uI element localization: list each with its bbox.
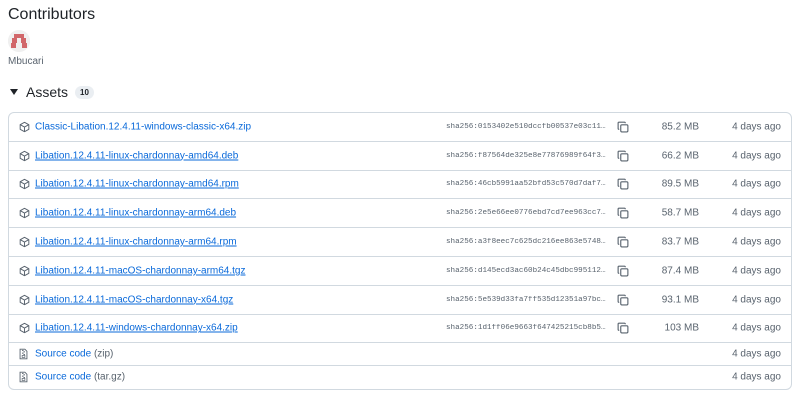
package-icon — [19, 121, 30, 133]
source-code-format: (tar.gz) — [93, 371, 126, 383]
asset-date: 4 days ago — [732, 121, 781, 133]
copy-icon[interactable] — [617, 322, 629, 334]
package-icon — [19, 208, 30, 219]
asset-row: Libation.12.4.11-windows-chardonnay-x64.… — [9, 315, 791, 344]
asset-size: 66.2 MB — [661, 150, 699, 162]
source-code-link[interactable]: Source code (tar.gz) — [35, 371, 125, 382]
asset-sha256: sha256:2e5e66ee0776ebd7cd7ee963cc71d — [446, 209, 608, 218]
assets-toggle[interactable]: Assets 10 — [8, 83, 94, 101]
contributor-name[interactable]: Mbucari — [8, 56, 44, 67]
asset-date: 4 days ago — [732, 236, 781, 248]
asset-sha256: sha256:0153402e510dccfb00537e03c11a5 — [446, 122, 608, 131]
asset-download-link[interactable]: Libation.12.4.11-macOS-chardonnay-arm64.… — [35, 265, 245, 276]
copy-icon[interactable] — [617, 236, 629, 248]
copy-icon[interactable] — [617, 150, 629, 162]
package-icon — [19, 150, 30, 161]
asset-size: 85.2 MB — [661, 121, 699, 133]
asset-sha256: sha256:d145ecd3ac60b24c45dbc99511201 — [446, 266, 608, 275]
avatar[interactable] — [8, 30, 30, 52]
copy-icon[interactable] — [617, 207, 629, 219]
asset-row: Libation.12.4.11-linux-chardonnay-arm64.… — [9, 199, 791, 229]
asset-date: 4 days ago — [732, 371, 781, 383]
avatar-identicon — [8, 30, 30, 52]
asset-date: 4 days ago — [732, 265, 781, 277]
assets-count-badge: 10 — [75, 85, 94, 99]
package-icon — [19, 323, 30, 334]
asset-download-link[interactable]: Libation.12.4.11-linux-chardonnay-amd64.… — [35, 150, 238, 161]
asset-sha256: sha256:f87564de325e8e77876989f64f387 — [446, 151, 608, 160]
asset-download-link[interactable]: Libation.12.4.11-linux-chardonnay-amd64.… — [35, 179, 239, 190]
assets-list: Classic-Libation.12.4.11-windows-classic… — [8, 112, 792, 390]
asset-row: Libation.12.4.11-macOS-chardonnay-arm64.… — [9, 257, 791, 286]
asset-sha256: sha256:46cb5991aa52bfd53c570d7daf719 — [446, 180, 608, 189]
asset-date: 4 days ago — [732, 322, 781, 334]
copy-icon[interactable] — [617, 178, 629, 190]
asset-size: 93.1 MB — [661, 294, 699, 306]
source-code-label: Source code — [35, 371, 92, 383]
asset-sha256: sha256:a3f8eec7c625dc216ee863e574809 — [446, 238, 608, 247]
package-icon — [19, 265, 30, 277]
source-code-row: Source code (tar.gz) 4 days ago — [9, 366, 791, 388]
source-code-format: (zip) — [93, 348, 114, 360]
asset-date: 4 days ago — [732, 348, 781, 360]
asset-date: 4 days ago — [732, 150, 781, 162]
asset-download-link[interactable]: Libation.12.4.11-macOS-chardonnay-x64.tg… — [35, 294, 233, 305]
assets-heading: Assets — [26, 84, 69, 100]
copy-icon[interactable] — [617, 121, 629, 133]
asset-download-link[interactable]: Libation.12.4.11-linux-chardonnay-arm64.… — [35, 237, 237, 248]
asset-download-link[interactable]: Libation.12.4.11-linux-chardonnay-arm64.… — [35, 208, 236, 219]
asset-download-link[interactable]: Classic-Libation.12.4.11-windows-classic… — [35, 121, 251, 132]
package-icon — [19, 236, 30, 248]
package-icon — [19, 179, 30, 190]
asset-sha256: sha256:1d1ff06e9663f647425215cb8b550 — [446, 324, 608, 333]
package-icon — [19, 294, 30, 305]
asset-size: 89.5 MB — [661, 178, 699, 190]
asset-row: Libation.12.4.11-linux-chardonnay-amd64.… — [9, 171, 791, 200]
asset-row: Libation.12.4.11-linux-chardonnay-amd64.… — [9, 142, 791, 171]
asset-row: Libation.12.4.11-linux-chardonnay-arm64.… — [9, 228, 791, 257]
contributors-title: Contributors — [8, 6, 96, 23]
asset-date: 4 days ago — [732, 294, 781, 306]
source-code-link[interactable]: Source code (zip) — [35, 349, 113, 360]
asset-row: Libation.12.4.11-macOS-chardonnay-x64.tg… — [9, 286, 791, 315]
file-zip-icon — [19, 371, 28, 383]
asset-size: 103 MB — [664, 322, 699, 334]
asset-date: 4 days ago — [732, 207, 781, 219]
copy-icon[interactable] — [617, 265, 629, 277]
asset-sha256: sha256:5e539d33fa7ff535d12351a97bc86 — [446, 295, 608, 304]
triangle-down-icon — [10, 89, 18, 95]
asset-size: 87.4 MB — [661, 265, 699, 277]
asset-size: 83.7 MB — [661, 236, 699, 248]
asset-date: 4 days ago — [732, 178, 781, 190]
asset-download-link[interactable]: Libation.12.4.11-windows-chardonnay-x64.… — [35, 323, 238, 334]
source-code-label: Source code — [35, 348, 92, 360]
asset-size: 58.7 MB — [661, 207, 699, 219]
copy-icon[interactable] — [617, 294, 629, 306]
source-code-row: Source code (zip) 4 days ago — [9, 343, 791, 366]
asset-row: Classic-Libation.12.4.11-windows-classic… — [9, 113, 791, 142]
file-zip-icon — [19, 348, 28, 360]
